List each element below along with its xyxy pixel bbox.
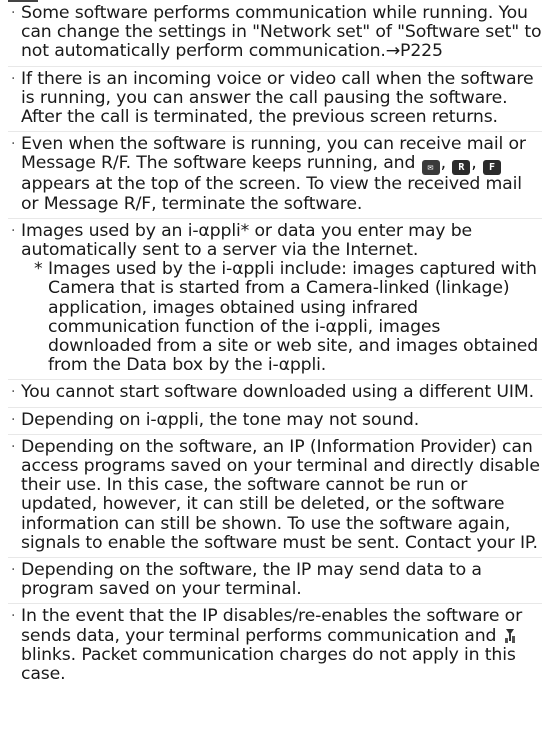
list-item: · Even when the software is running, you… xyxy=(8,131,542,214)
bullet: · xyxy=(11,136,16,153)
list-item: · Depending on i-αppli, the tone may not… xyxy=(8,406,542,430)
item-text: Depending on the software, an IP (Inform… xyxy=(21,436,540,553)
bullet: · xyxy=(11,384,16,401)
item-text: If there is an incoming voice or video c… xyxy=(21,68,534,128)
section-rule xyxy=(8,0,38,2)
notes-list: · Some software performs communication w… xyxy=(8,3,542,684)
list-item: · If there is an incoming voice or video… xyxy=(8,65,542,128)
list-item: · Images used by an i-αppli* or data you… xyxy=(8,217,542,376)
bullet: · xyxy=(11,222,16,239)
list-item: · You cannot start software downloaded u… xyxy=(8,379,542,402)
bullet: · xyxy=(11,411,16,428)
footnote: * Images used by the i-αppli include: im… xyxy=(34,260,542,375)
footnote-text: Images used by the i-αppli include: imag… xyxy=(48,259,539,376)
item-text: In the event that the IP disables/re-ena… xyxy=(21,606,523,646)
bullet: · xyxy=(11,562,16,579)
mail-icon: ✉ xyxy=(421,160,440,176)
footnote-marker: * xyxy=(34,259,43,280)
bullet: · xyxy=(11,438,16,455)
bullet: · xyxy=(11,70,16,87)
list-item: · Depending on the software, an IP (Info… xyxy=(8,433,542,553)
list-item: · Depending on the software, the IP may … xyxy=(8,557,542,599)
list-item: · In the event that the IP disables/re-e… xyxy=(8,603,542,684)
separator: , xyxy=(471,153,482,174)
bullet: · xyxy=(11,608,16,625)
list-item: · Some software performs communication w… xyxy=(8,3,542,62)
bullet: · xyxy=(11,5,16,21)
separator: , xyxy=(440,153,452,174)
item-text: Depending on i-αppli, the tone may not s… xyxy=(21,409,420,430)
item-text: blinks. Packet communication charges do … xyxy=(21,644,516,685)
item-text: Depending on the software, the IP may se… xyxy=(21,560,482,600)
packet-communication-icon xyxy=(504,628,515,643)
item-text: Some software performs communication whi… xyxy=(21,3,542,62)
message-f-icon: F xyxy=(482,160,501,176)
message-r-icon: R xyxy=(452,160,471,176)
item-text: You cannot start software downloaded usi… xyxy=(21,382,534,403)
item-text: appears at the top of the screen. To vie… xyxy=(21,174,522,214)
item-text: Images used by an i-αppli* or data you e… xyxy=(21,220,473,261)
